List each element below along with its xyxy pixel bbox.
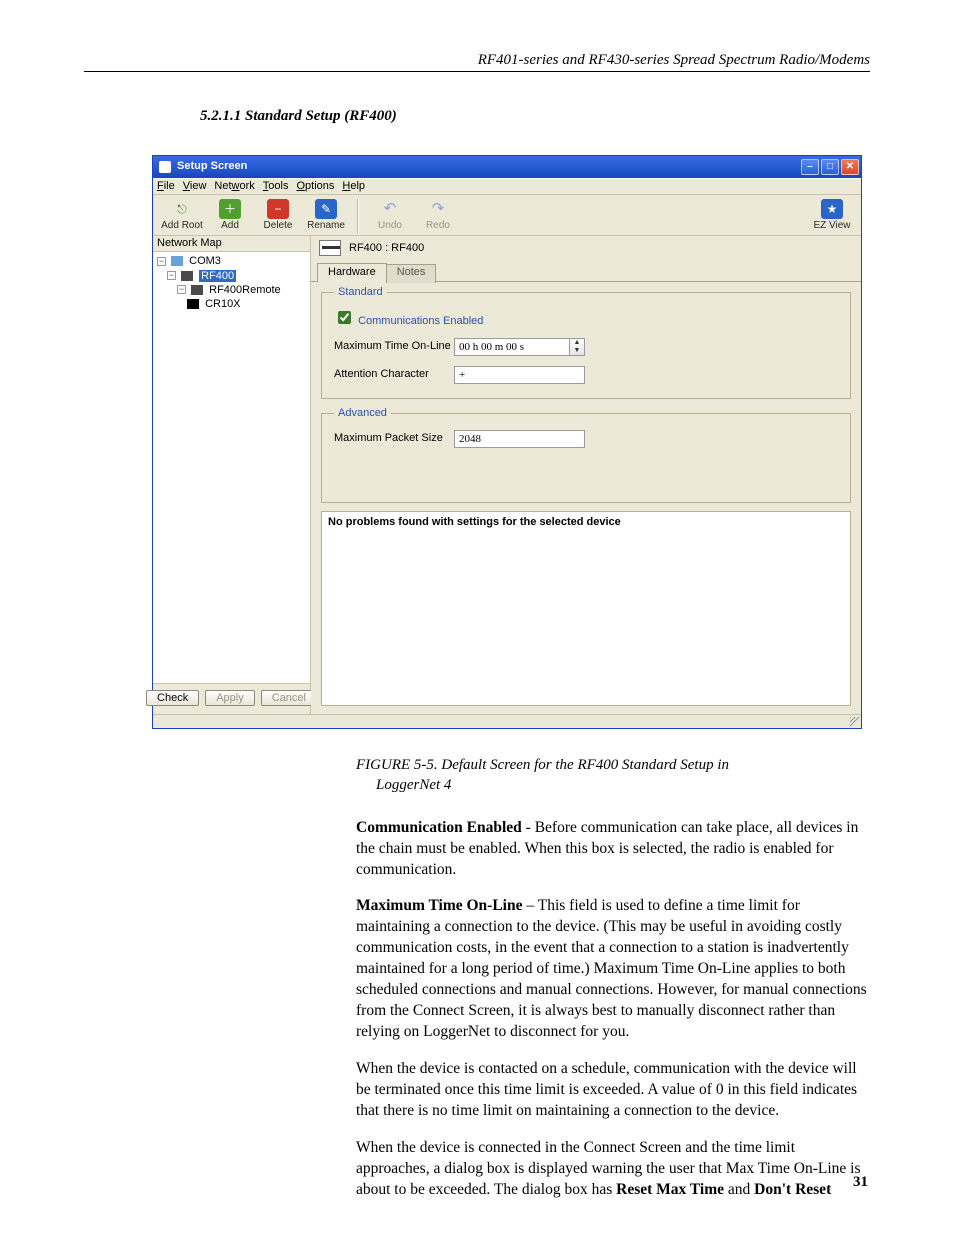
running-head: RF401-series and RF430-series Spread Spe… <box>84 52 870 72</box>
toolbar: ⎋ Add Root ＋ Add − Delete ✎ Rename ↶ Und… <box>153 195 861 236</box>
apply-button[interactable]: Apply <box>205 690 255 706</box>
collapse-icon[interactable]: − <box>157 257 166 266</box>
tree-label-rf400remote: RF400Remote <box>209 284 281 296</box>
section-heading: 5.2.1.1 Standard Setup (RF400) <box>200 108 870 125</box>
ezview-label: EZ View <box>813 220 850 232</box>
maximize-button[interactable]: □ <box>821 159 839 175</box>
comport-icon <box>171 256 183 266</box>
addroot-button[interactable]: ⎋ Add Root <box>159 199 205 232</box>
left-pane: Network Map − COM3 − RF400 <box>153 236 311 714</box>
tree-node-rf400[interactable]: − RF400 − RF400Remote <box>167 269 308 315</box>
para-dialog-c: and <box>724 1181 754 1198</box>
max-time-spinner[interactable]: ▲ ▼ <box>454 338 585 356</box>
delete-button[interactable]: − Delete <box>255 199 301 232</box>
device-header-icon <box>319 240 341 256</box>
status-pane: No problems found with settings for the … <box>321 511 851 706</box>
attn-label: Attention Character <box>334 368 454 381</box>
comm-enabled-checkbox[interactable] <box>338 311 351 324</box>
standard-legend: Standard <box>334 286 387 299</box>
tree-node-rf400remote[interactable]: − RF400Remote CR10X <box>177 283 308 313</box>
max-time-input[interactable] <box>454 338 570 356</box>
tree-node-com3[interactable]: − COM3 − RF400 − <box>157 254 308 315</box>
menu-view[interactable]: View <box>183 180 207 193</box>
rename-icon: ✎ <box>315 199 337 219</box>
ezview-icon: ★ <box>821 199 843 219</box>
para-dialog: When the device is connected in the Conn… <box>356 1138 870 1201</box>
tree-node-cr10x[interactable]: CR10X <box>187 297 308 312</box>
term-dont-reset: Don't Reset <box>754 1181 831 1198</box>
comm-enabled-label: Communications Enabled <box>358 315 483 327</box>
redo-icon: ↷ <box>427 199 449 219</box>
max-packet-input[interactable] <box>454 430 585 448</box>
add-label: Add <box>221 220 239 232</box>
tree-label-cr10x: CR10X <box>205 298 240 310</box>
device-title: RF400 : RF400 <box>349 242 424 255</box>
addroot-label: Add Root <box>161 220 203 232</box>
menubar: File View Network Tools Options Help <box>153 178 861 195</box>
tabs: Hardware Notes <box>311 262 861 282</box>
redo-button[interactable]: ↷ Redo <box>415 199 461 232</box>
rename-button[interactable]: ✎ Rename <box>303 199 349 232</box>
window-title: Setup Screen <box>177 160 247 173</box>
device-icon <box>191 285 203 295</box>
minimize-button[interactable]: – <box>801 159 819 175</box>
para-max-time-text: – This field is used to define a time li… <box>356 897 867 1040</box>
figure-caption-line1: FIGURE 5-5. Default Screen for the RF400… <box>356 757 729 773</box>
delete-icon: − <box>267 199 289 219</box>
titlebar: Setup Screen – □ ✕ <box>153 156 861 178</box>
menu-tools[interactable]: Tools <box>263 180 289 193</box>
ezview-button[interactable]: ★ EZ View <box>809 199 855 232</box>
statusbar <box>153 714 861 728</box>
page-number: 31 <box>853 1174 868 1191</box>
term-comm-enabled: Communication Enabled <box>356 819 522 836</box>
left-buttons: Check Apply Cancel <box>153 683 310 714</box>
device-icon <box>181 271 193 281</box>
menu-network[interactable]: Network <box>214 180 254 193</box>
cancel-button[interactable]: Cancel <box>261 690 317 706</box>
para-schedule: When the device is contacted on a schedu… <box>356 1059 870 1122</box>
figure-caption: FIGURE 5-5. Default Screen for the RF400… <box>356 755 786 796</box>
attn-input[interactable] <box>454 366 585 384</box>
setup-screen-window: Setup Screen – □ ✕ File View Network Too… <box>152 155 862 729</box>
tree-label-rf400: RF400 <box>199 270 236 282</box>
delete-label: Delete <box>264 220 293 232</box>
close-button[interactable]: ✕ <box>841 159 859 175</box>
spinner-down-icon[interactable]: ▼ <box>570 347 584 355</box>
collapse-icon[interactable]: − <box>167 271 176 280</box>
tab-notes[interactable]: Notes <box>386 264 437 283</box>
para-comm-enabled: Communication Enabled - Before communica… <box>356 818 870 881</box>
undo-button[interactable]: ↶ Undo <box>367 199 413 232</box>
collapse-icon[interactable]: − <box>177 285 186 294</box>
redo-label: Redo <box>426 220 450 232</box>
undo-icon: ↶ <box>379 199 401 219</box>
app-icon <box>159 161 171 173</box>
advanced-legend: Advanced <box>334 407 391 420</box>
right-pane: RF400 : RF400 Hardware Notes Standard Co… <box>311 236 861 714</box>
check-button[interactable]: Check <box>146 690 199 706</box>
undo-label: Undo <box>378 220 402 232</box>
menu-file[interactable]: File <box>157 180 175 193</box>
para-max-time: Maximum Time On-Line – This field is use… <box>356 896 870 1042</box>
addroot-icon: ⎋ <box>171 199 193 219</box>
standard-group: Standard Communications Enabled Maximum … <box>321 286 851 398</box>
spinner-up-icon[interactable]: ▲ <box>570 339 584 347</box>
max-packet-label: Maximum Packet Size <box>334 432 454 445</box>
term-reset: Reset Max Time <box>616 1181 724 1198</box>
logger-icon <box>187 299 199 309</box>
menu-options[interactable]: Options <box>296 180 334 193</box>
menu-help[interactable]: Help <box>342 180 365 193</box>
add-icon: ＋ <box>219 199 241 219</box>
max-time-label: Maximum Time On-Line <box>334 340 454 353</box>
tree-label: Network Map <box>153 236 310 252</box>
figure-caption-line2: LoggerNet 4 <box>356 777 451 793</box>
term-max-time: Maximum Time On-Line <box>356 897 523 914</box>
add-button[interactable]: ＋ Add <box>207 199 253 232</box>
advanced-group: Advanced Maximum Packet Size <box>321 407 851 503</box>
tab-hardware[interactable]: Hardware <box>317 263 387 282</box>
status-text: No problems found with settings for the … <box>328 516 621 528</box>
tree-label-com3: COM3 <box>189 255 221 267</box>
rename-label: Rename <box>307 220 345 232</box>
network-tree[interactable]: − COM3 − RF400 − <box>153 252 310 683</box>
